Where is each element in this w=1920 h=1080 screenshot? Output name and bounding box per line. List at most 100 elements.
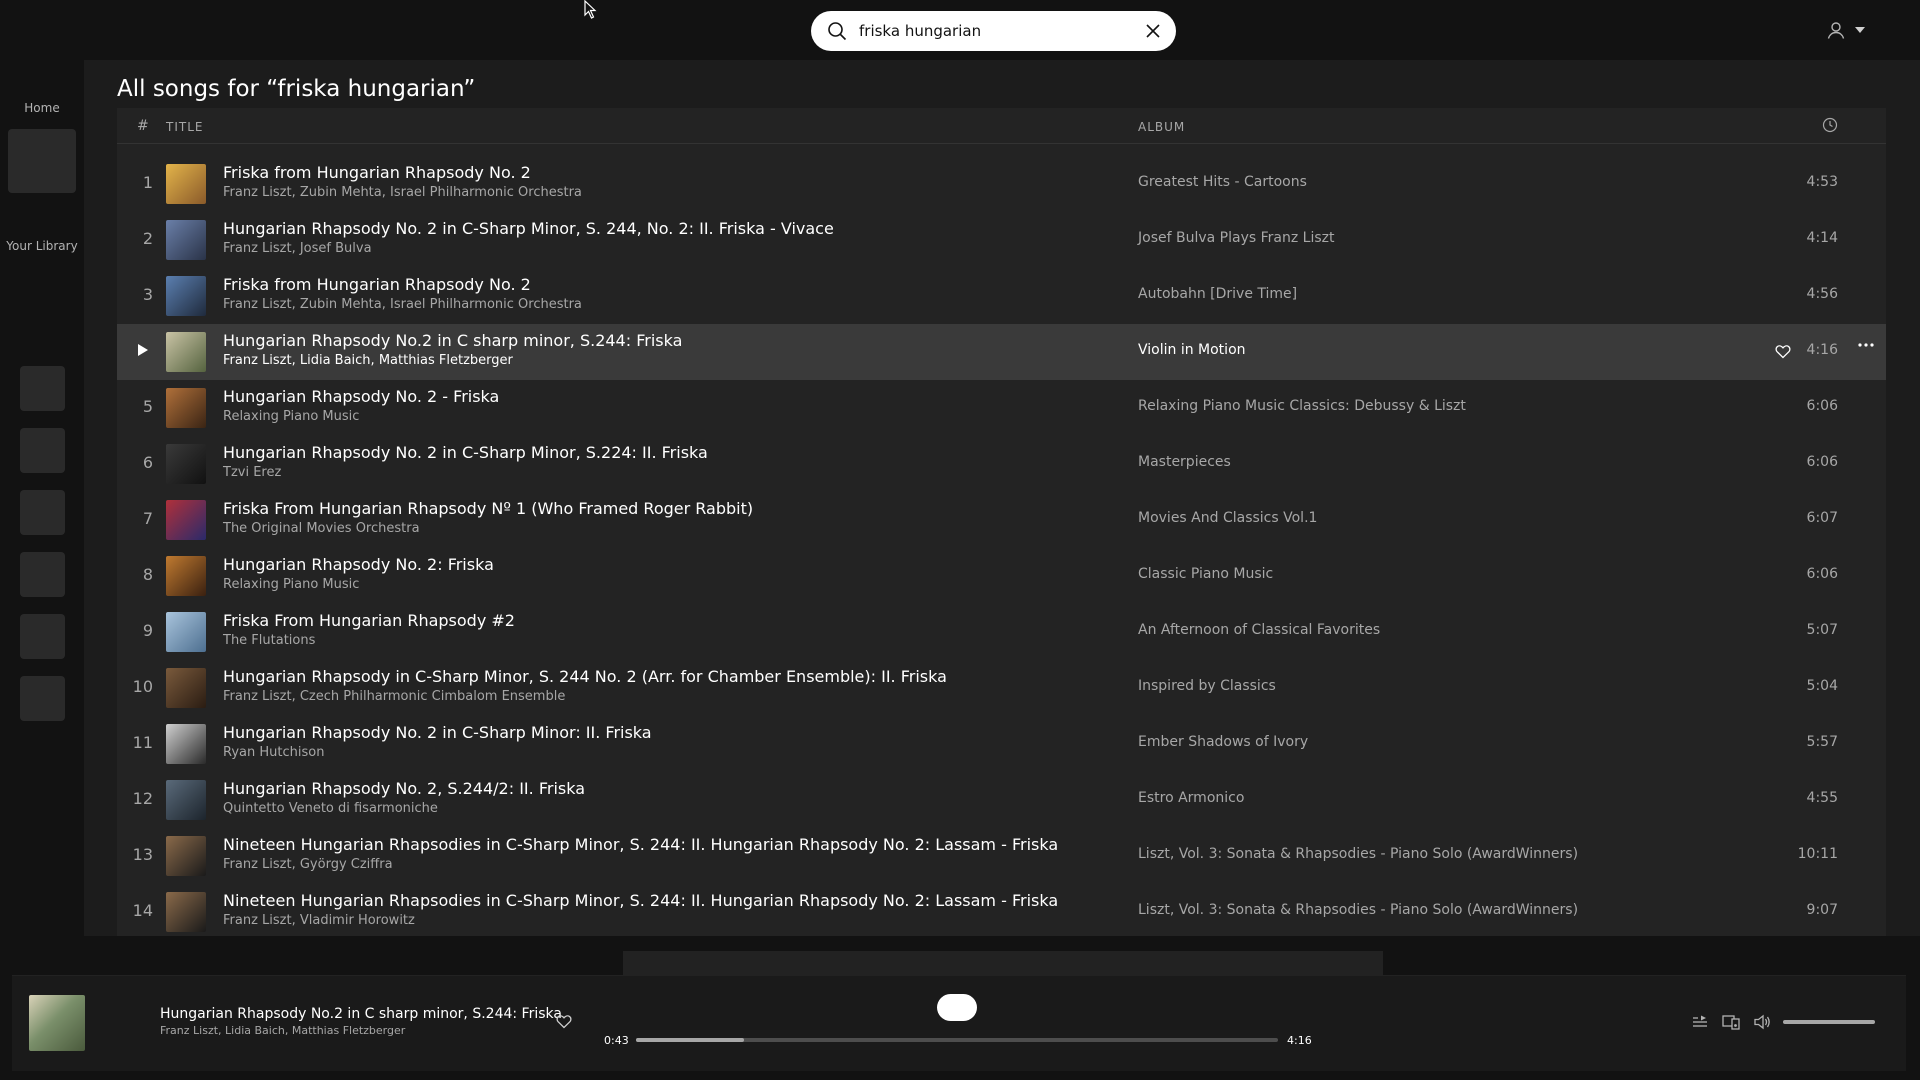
now-playing-title[interactable]: Hungarian Rhapsody No.2 in C sharp minor…: [160, 1006, 562, 1022]
track-cover-art: [166, 836, 206, 876]
track-title[interactable]: Hungarian Rhapsody No. 2 in C-Sharp Mino…: [223, 219, 834, 238]
more-options-icon[interactable]: [1857, 342, 1875, 348]
track-title[interactable]: Friska from Hungarian Rhapsody No. 2: [223, 163, 531, 182]
like-heart-icon[interactable]: [556, 1014, 572, 1029]
app-window: Home Your Library All songs for “friska …: [0, 0, 1920, 1080]
track-artists[interactable]: Franz Liszt, Lidia Baich, Matthias Fletz…: [223, 353, 513, 368]
track-album[interactable]: Relaxing Piano Music Classics: Debussy &…: [1138, 398, 1466, 414]
track-album[interactable]: Autobahn [Drive Time]: [1138, 286, 1297, 302]
library-playlist-tile[interactable]: [20, 676, 65, 721]
track-artists[interactable]: Relaxing Piano Music: [223, 409, 359, 424]
search-icon: [827, 21, 847, 41]
track-title[interactable]: Hungarian Rhapsody No. 2 - Friska: [223, 387, 499, 406]
volume-icon[interactable]: [1754, 1014, 1772, 1030]
track-album[interactable]: An Afternoon of Classical Favorites: [1138, 622, 1380, 638]
track-artists[interactable]: Quintetto Veneto di fisarmoniche: [223, 801, 438, 816]
play-pause-button[interactable]: [937, 994, 977, 1021]
track-artists[interactable]: Franz Liszt, Zubin Mehta, Israel Philhar…: [223, 185, 582, 200]
track-artists[interactable]: The Original Movies Orchestra: [223, 521, 420, 536]
track-album[interactable]: Josef Bulva Plays Franz Liszt: [1138, 230, 1334, 246]
track-artists[interactable]: The Flutations: [223, 633, 315, 648]
track-album[interactable]: Liszt, Vol. 3: Sonata & Rhapsodies - Pia…: [1138, 846, 1578, 862]
track-cover-art: [166, 556, 206, 596]
track-artists[interactable]: Franz Liszt, Vladimir Horowitz: [223, 913, 415, 928]
track-duration: 4:16: [1806, 342, 1838, 358]
library-playlist-tile[interactable]: [20, 552, 65, 597]
track-title[interactable]: Nineteen Hungarian Rhapsodies in C-Sharp…: [223, 835, 1058, 854]
track-album[interactable]: Greatest Hits - Cartoons: [1138, 174, 1307, 190]
track-artists[interactable]: Franz Liszt, Czech Philharmonic Cimbalom…: [223, 689, 565, 704]
clear-search-icon[interactable]: [1142, 20, 1164, 42]
library-playlist-tile[interactable]: [20, 428, 65, 473]
now-playing-cover-art[interactable]: [29, 995, 85, 1051]
sidebar-item-library[interactable]: Your Library: [0, 239, 84, 253]
track-row[interactable]: 6 Hungarian Rhapsody No. 2 in C-Sharp Mi…: [117, 436, 1886, 492]
track-title[interactable]: Friska From Hungarian Rhapsody #2: [223, 611, 515, 630]
track-artists[interactable]: Relaxing Piano Music: [223, 577, 359, 592]
now-playing-bar: Hungarian Rhapsody No.2 in C sharp minor…: [12, 975, 1906, 1071]
track-number: 3: [142, 285, 153, 304]
queue-icon[interactable]: [1692, 1014, 1708, 1030]
play-icon[interactable]: [137, 343, 151, 359]
track-title[interactable]: Nineteen Hungarian Rhapsodies in C-Sharp…: [223, 891, 1058, 910]
track-artists[interactable]: Tzvi Erez: [223, 465, 281, 480]
sidebar-home-tile[interactable]: [8, 129, 76, 193]
track-row[interactable]: 13 Nineteen Hungarian Rhapsodies in C-Sh…: [117, 828, 1886, 884]
track-row[interactable]: 14 Nineteen Hungarian Rhapsodies in C-Sh…: [117, 884, 1886, 936]
track-row[interactable]: 10 Hungarian Rhapsody in C-Sharp Minor, …: [117, 660, 1886, 716]
track-row[interactable]: Hungarian Rhapsody No.2 in C sharp minor…: [117, 324, 1886, 380]
track-row[interactable]: 2 Hungarian Rhapsody No. 2 in C-Sharp Mi…: [117, 212, 1886, 268]
track-album[interactable]: Liszt, Vol. 3: Sonata & Rhapsodies - Pia…: [1138, 902, 1578, 918]
library-playlist-tile[interactable]: [20, 366, 65, 411]
search-box[interactable]: [811, 11, 1176, 51]
clock-icon[interactable]: [1822, 117, 1838, 133]
track-title[interactable]: Friska From Hungarian Rhapsody Nº 1 (Who…: [223, 499, 753, 518]
track-album[interactable]: Ember Shadows of Ivory: [1138, 734, 1308, 750]
track-row[interactable]: 8 Hungarian Rhapsody No. 2: Friska Relax…: [117, 548, 1886, 604]
track-number: 1: [142, 173, 153, 192]
progress-bar[interactable]: [636, 1038, 1278, 1042]
track-duration: 9:07: [1806, 902, 1838, 918]
track-title[interactable]: Hungarian Rhapsody No. 2: Friska: [223, 555, 494, 574]
track-album[interactable]: Inspired by Classics: [1138, 678, 1276, 694]
like-heart-icon[interactable]: [1775, 344, 1791, 359]
track-row[interactable]: 1 Friska from Hungarian Rhapsody No. 2 F…: [117, 156, 1886, 212]
track-title[interactable]: Hungarian Rhapsody No. 2 in C-Sharp Mino…: [223, 723, 652, 742]
track-artists[interactable]: Ryan Hutchison: [223, 745, 324, 760]
track-album[interactable]: Masterpieces: [1138, 454, 1231, 470]
track-row[interactable]: 12 Hungarian Rhapsody No. 2, S.244/2: II…: [117, 772, 1886, 828]
library-playlist-tile[interactable]: [20, 614, 65, 659]
track-cover-art: [166, 164, 206, 204]
track-title[interactable]: Hungarian Rhapsody No.2 in C sharp minor…: [223, 331, 682, 350]
track-row[interactable]: 7 Friska From Hungarian Rhapsody Nº 1 (W…: [117, 492, 1886, 548]
now-playing-artists[interactable]: Franz Liszt, Lidia Baich, Matthias Fletz…: [160, 1024, 405, 1037]
track-row[interactable]: 11 Hungarian Rhapsody No. 2 in C-Sharp M…: [117, 716, 1886, 772]
track-title[interactable]: Hungarian Rhapsody No. 2, S.244/2: II. F…: [223, 779, 585, 798]
track-duration: 6:07: [1806, 510, 1838, 526]
track-album[interactable]: Movies And Classics Vol.1: [1138, 510, 1317, 526]
connect-device-icon[interactable]: [1722, 1014, 1740, 1030]
sidebar-item-home[interactable]: Home: [0, 101, 84, 115]
track-row[interactable]: 5 Hungarian Rhapsody No. 2 - Friska Rela…: [117, 380, 1886, 436]
track-artists[interactable]: Franz Liszt, György Cziffra: [223, 857, 393, 872]
volume-slider[interactable]: [1783, 1020, 1875, 1024]
track-title[interactable]: Hungarian Rhapsody in C-Sharp Minor, S. …: [223, 667, 947, 686]
track-album[interactable]: Violin in Motion: [1138, 342, 1246, 358]
user-menu-button[interactable]: [1826, 16, 1876, 44]
track-artists[interactable]: Franz Liszt, Zubin Mehta, Israel Philhar…: [223, 297, 582, 312]
track-duration: 5:07: [1806, 622, 1838, 638]
search-input[interactable]: [859, 11, 1129, 51]
track-title[interactable]: Friska from Hungarian Rhapsody No. 2: [223, 275, 531, 294]
track-number: 6: [142, 453, 153, 472]
track-album[interactable]: Estro Armonico: [1138, 790, 1244, 806]
track-number: 14: [132, 901, 153, 920]
track-album[interactable]: Classic Piano Music: [1138, 566, 1273, 582]
header-title[interactable]: TITLE: [166, 120, 203, 134]
track-cover-art: [166, 668, 206, 708]
track-row[interactable]: 3 Friska from Hungarian Rhapsody No. 2 F…: [117, 268, 1886, 324]
track-row[interactable]: 9 Friska From Hungarian Rhapsody #2 The …: [117, 604, 1886, 660]
track-artists[interactable]: Franz Liszt, Josef Bulva: [223, 241, 372, 256]
library-playlist-tile[interactable]: [20, 490, 65, 535]
header-album[interactable]: ALBUM: [1138, 120, 1185, 134]
track-title[interactable]: Hungarian Rhapsody No. 2 in C-Sharp Mino…: [223, 443, 708, 462]
